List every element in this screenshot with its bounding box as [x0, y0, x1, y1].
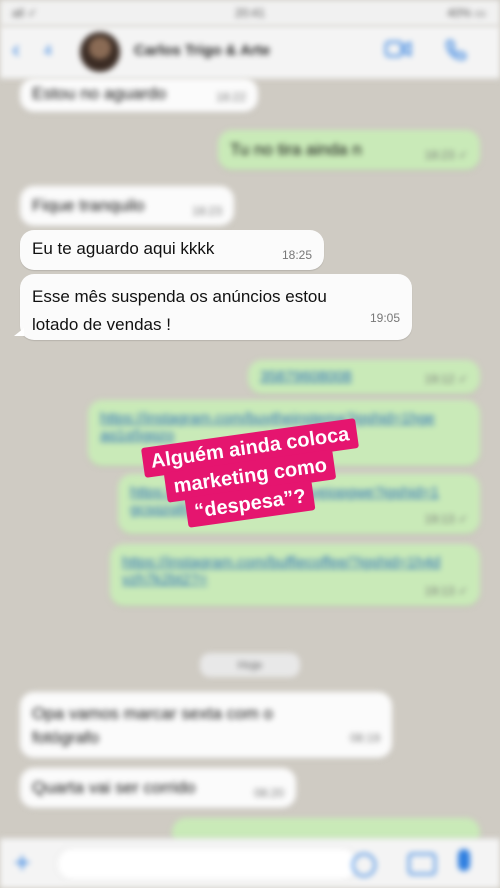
chat-header: ‹ 4 Carlos Trigo & Arte: [0, 26, 500, 79]
message-incoming[interactable]: Estou no aguardo 18:22: [20, 78, 258, 112]
message-input[interactable]: [56, 847, 358, 881]
message-link[interactable]: 35879608008: [260, 368, 352, 385]
message-time: 08:20: [253, 786, 284, 800]
bubble-tail: [14, 328, 24, 336]
avatar[interactable]: [80, 32, 120, 72]
message-text: Fique tranquilo: [32, 196, 145, 215]
camera-icon[interactable]: [408, 853, 436, 875]
status-bar: all ✓ 20:41 40% ▭: [0, 0, 500, 26]
message-outgoing[interactable]: 35879608008 19:12 ✓: [248, 360, 480, 394]
video-call-icon[interactable]: [385, 40, 411, 58]
message-input-bar: +: [0, 838, 500, 888]
status-time: 20:41: [234, 6, 266, 20]
sticker-icon[interactable]: [352, 853, 376, 877]
message-incoming[interactable]: Eu te aguardo aqui kkkk 18:25: [20, 230, 324, 270]
message-time: 19:13 ✓: [424, 584, 468, 598]
message-outgoing[interactable]: https://instagram.com/buffiecoffee/?igsh…: [110, 544, 480, 606]
message-outgoing[interactable]: Tu no tira ainda n 18:23 ✓: [218, 130, 480, 170]
message-time: 18:25: [281, 248, 312, 262]
message-time: 19:05: [369, 311, 400, 325]
caption-overlay: Alguém ainda coloca marketing como “desp…: [0, 418, 500, 528]
message-text: Tu no tira ainda n: [230, 140, 362, 159]
message-time: 18:22: [215, 90, 246, 104]
message-link[interactable]: https://instagram.com/buffiecoffee/?igsh…: [122, 554, 442, 588]
message-time: 08:19: [349, 731, 380, 745]
date-separator: Hoje: [200, 653, 300, 677]
message-text: Quarta vai ser corrido: [32, 778, 196, 797]
message-incoming[interactable]: Quarta vai ser corrido 08:20: [20, 768, 296, 808]
message-time: 18:23: [191, 204, 222, 218]
message-incoming[interactable]: Fique tranquilo 18:23: [20, 186, 234, 226]
contact-name[interactable]: Carlos Trigo & Arte: [134, 42, 270, 59]
message-text: Esse mês suspenda os anúncios estou lota…: [32, 287, 327, 334]
plus-icon[interactable]: +: [14, 847, 30, 879]
message-text: Opa vamos marcar sexta com o fotógrafo: [32, 704, 273, 747]
message-time: 19:12 ✓: [424, 372, 468, 386]
microphone-icon[interactable]: [458, 849, 470, 871]
message-text: Eu te aguardo aqui kkkk: [32, 239, 215, 258]
phone-call-icon[interactable]: [444, 38, 468, 62]
message-incoming[interactable]: Esse mês suspenda os anúncios estou lota…: [14, 274, 412, 340]
message-time: 18:23 ✓: [424, 148, 468, 162]
unread-count[interactable]: 4: [44, 42, 52, 58]
back-chevron-icon[interactable]: ‹: [12, 36, 20, 64]
battery-indicator: 40% ▭: [447, 6, 486, 20]
message-incoming[interactable]: Opa vamos marcar sexta com o fotógrafo 0…: [20, 692, 392, 758]
message-text: Estou no aguardo: [32, 84, 167, 103]
